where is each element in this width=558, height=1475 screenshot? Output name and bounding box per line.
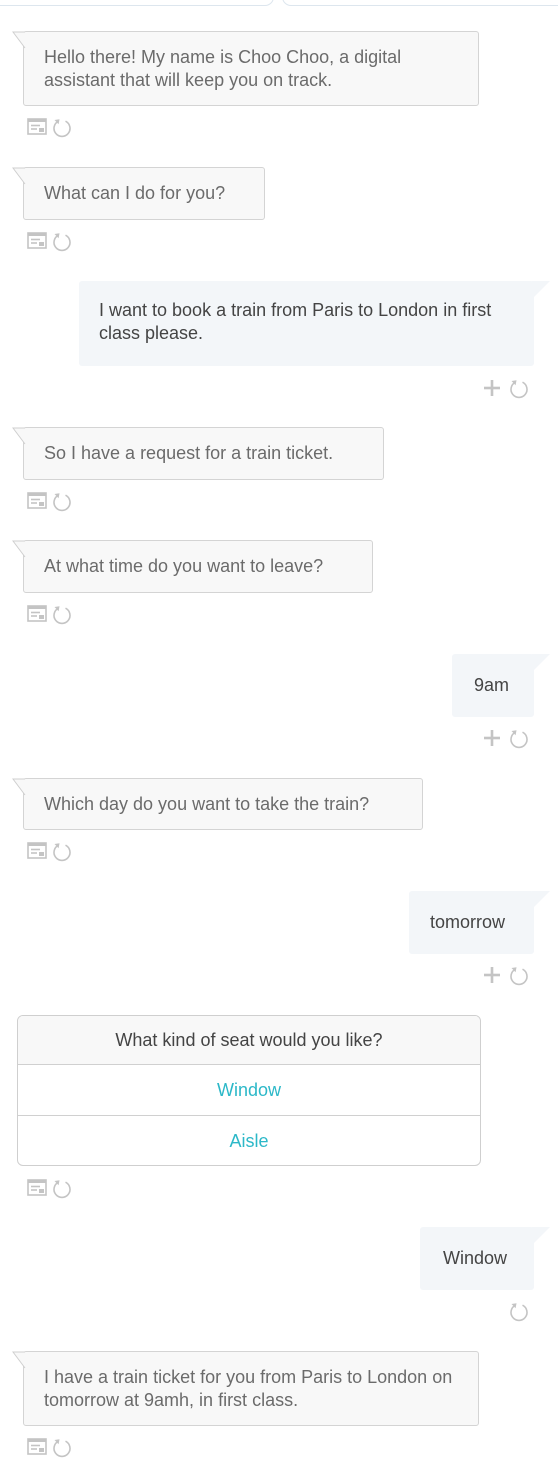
bot-message-ask-day: Which day do you want to take the train? [23,778,423,830]
seat-question: What kind of seat would you like? [18,1016,480,1065]
option-aisle-button[interactable]: Aisle [18,1115,480,1165]
user-message-day: tomorrow [409,891,534,954]
bot-message-ack: So I have a request for a train ticket. [23,427,384,480]
add-icon[interactable] [480,726,504,750]
retry-icon[interactable] [50,489,74,513]
previous-element-left [0,0,274,6]
bot-message-text: Hello there! My name is Choo Choo, a dig… [44,47,402,90]
bot-message-ask-time: At what time do you want to leave? [23,540,373,593]
bubble-tail [532,891,550,909]
message-log-icon[interactable] [25,602,49,626]
user-message-time: 9am [452,654,534,717]
message-log-icon[interactable] [25,1435,49,1459]
previous-element-right [282,0,558,6]
bot-message-actions [25,839,75,863]
bot-message-text: Which day do you want to take the train? [44,794,370,814]
user-message-text: Window [443,1248,508,1268]
bubble-tail [12,427,26,445]
retry-icon[interactable] [507,963,531,987]
bubble-tail [532,1227,550,1245]
user-message-actions [480,1299,530,1323]
bubble-tail [532,281,550,299]
retry-icon[interactable] [507,726,531,750]
option-window-button[interactable]: Window [18,1065,480,1115]
bot-message-actions [25,1176,75,1200]
bot-message-actions [25,602,75,626]
bot-message-actions [25,229,75,253]
retry-icon[interactable] [50,229,74,253]
user-message-text: I want to book a train from Paris to Lon… [99,300,492,343]
add-icon[interactable] [480,376,504,400]
bubble-tail [12,167,26,185]
bot-message-text: So I have a request for a train ticket. [44,443,334,463]
retry-icon[interactable] [507,376,531,400]
bot-message-text: At what time do you want to leave? [44,556,324,576]
seat-choice-card: What kind of seat would you like? Window… [17,1015,481,1166]
message-log-icon[interactable] [25,115,49,139]
bubble-tail [12,1351,26,1369]
user-message-text: tomorrow [430,912,506,932]
user-message-seat: Window [420,1227,534,1290]
bot-message-ask-help: What can I do for you? [23,167,265,220]
bot-message-confirmation: I have a train ticket for you from Paris… [23,1351,479,1426]
retry-icon[interactable] [50,839,74,863]
bubble-tail [532,654,550,672]
bot-message-actions [25,1435,75,1459]
user-message-request: I want to book a train from Paris to Lon… [79,281,534,366]
bubble-tail [12,540,26,558]
retry-icon[interactable] [50,1435,74,1459]
bot-message-greeting: Hello there! My name is Choo Choo, a dig… [23,31,479,106]
retry-icon[interactable] [50,1176,74,1200]
user-message-text: 9am [474,675,510,695]
message-log-icon[interactable] [25,839,49,863]
retry-icon[interactable] [50,602,74,626]
message-log-icon[interactable] [25,1176,49,1200]
user-message-actions [480,726,530,750]
message-log-icon[interactable] [25,229,49,253]
bot-message-text: What can I do for you? [44,183,226,203]
bot-message-actions [25,115,75,139]
message-log-icon[interactable] [25,489,49,513]
previous-content-edge [0,0,558,6]
bot-message-text: I have a train ticket for you from Paris… [44,1367,453,1410]
bubble-tail [12,778,26,796]
retry-icon[interactable] [50,115,74,139]
bot-message-actions [25,489,75,513]
retry-icon[interactable] [507,1299,531,1323]
user-message-actions [480,963,530,987]
bubble-tail [12,31,26,49]
user-message-actions [480,376,530,400]
add-icon[interactable] [480,963,504,987]
